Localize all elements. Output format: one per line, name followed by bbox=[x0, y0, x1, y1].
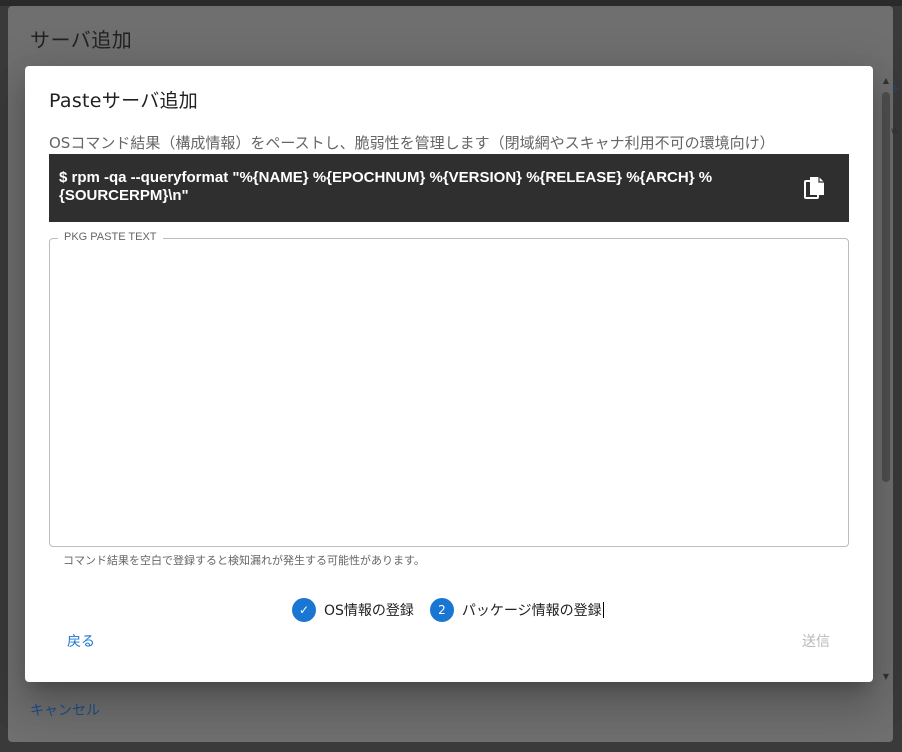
command-box: $ rpm -qa --queryformat "%{NAME} %{EPOCH… bbox=[49, 154, 849, 222]
paste-server-dialog: Pasteサーバ追加 OSコマンド結果（構成情報）をペーストし、脆弱性を管理しま… bbox=[25, 66, 873, 682]
helper-text: コマンド結果を空白で登録すると検知漏れが発生する可能性があります。 bbox=[63, 554, 425, 567]
stepper: ✓ OS情報の登録 2 パッケージ情報の登録 bbox=[292, 598, 620, 622]
command-text: $ rpm -qa --queryformat "%{NAME} %{EPOCH… bbox=[59, 169, 713, 204]
step-os-info: ✓ OS情報の登録 bbox=[292, 598, 414, 622]
check-icon: ✓ bbox=[292, 598, 316, 622]
step-number-badge: 2 bbox=[429, 598, 454, 622]
step-label-package-info: パッケージ情報の登録 bbox=[461, 603, 602, 619]
outer-scrollbar[interactable]: ▲ ▼ bbox=[880, 76, 892, 682]
back-button[interactable]: 戻る bbox=[67, 631, 95, 651]
pkg-paste-field[interactable]: PKG PASTE TEXT bbox=[49, 231, 849, 547]
dialog-subtitle: OSコマンド結果（構成情報）をペーストし、脆弱性を管理します（閉域網やスキャナ利… bbox=[49, 134, 775, 152]
background-text-fragment: w bbox=[891, 126, 900, 137]
submit-button[interactable]: 送信 bbox=[802, 631, 830, 651]
outer-dialog-title: サーバ追加 bbox=[30, 28, 133, 52]
step-label-os-info: OS情報の登録 bbox=[324, 603, 414, 619]
text-cursor bbox=[602, 602, 604, 618]
dialog-title: Pasteサーバ追加 bbox=[49, 90, 199, 112]
pkg-paste-label: PKG PASTE TEXT bbox=[58, 231, 163, 243]
scroll-down-arrow-icon[interactable]: ▼ bbox=[880, 672, 892, 682]
step-package-info: 2 パッケージ情報の登録 bbox=[429, 598, 604, 622]
pkg-paste-textarea[interactable] bbox=[62, 253, 838, 537]
scroll-thumb[interactable] bbox=[882, 92, 890, 482]
copy-icon[interactable] bbox=[804, 176, 826, 200]
cancel-button[interactable]: キャンセル bbox=[30, 700, 100, 720]
background-link-fragment: ト bbox=[891, 85, 901, 96]
